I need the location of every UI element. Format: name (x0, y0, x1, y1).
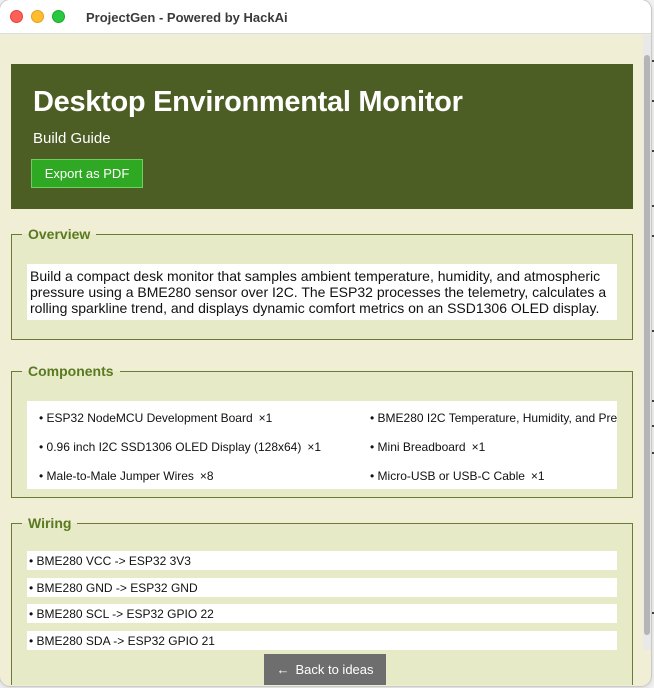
hero-banner: Desktop Environmental Monitor Build Guid… (11, 64, 633, 209)
list-item: • Mini Breadboard ×1 (370, 440, 486, 454)
list-item: • 0.96 inch I2C SSD1306 OLED Display (12… (39, 440, 322, 454)
list-item: • BME280 GND -> ESP32 GND (27, 578, 617, 597)
wiring-heading: Wiring (28, 515, 72, 531)
page-title: Desktop Environmental Monitor (33, 86, 463, 118)
close-window-button[interactable] (10, 10, 23, 23)
list-item: • BME280 I2C Temperature, Humidity, and … (370, 411, 617, 425)
list-item: • BME280 SDA -> ESP32 GPIO 21 (27, 631, 617, 650)
list-item: • Male-to-Male Jumper Wires ×8 (39, 469, 214, 483)
zoom-window-button[interactable] (52, 10, 65, 23)
list-item: • Micro-USB or USB-C Cable ×1 (370, 469, 545, 483)
list-item: • ESP32 NodeMCU Development Board ×1 (39, 411, 273, 425)
window-title: ProjectGen - Powered by HackAi (86, 10, 288, 25)
left-arrow-icon: ← (276, 662, 290, 677)
page-subtitle: Build Guide (33, 130, 111, 147)
title-bar: ProjectGen - Powered by HackAi (0, 0, 651, 34)
back-to-ideas-button[interactable]: ← Back to ideas (264, 654, 386, 685)
minimize-window-button[interactable] (31, 10, 44, 23)
list-item: • BME280 SCL -> ESP32 GPIO 22 (27, 604, 617, 623)
main-content: Desktop Environmental Monitor Build Guid… (0, 35, 643, 685)
scrollbar[interactable] (643, 35, 651, 650)
window-controls (10, 10, 65, 23)
components-heading: Components (28, 363, 114, 379)
scrollbar-thumb[interactable] (644, 55, 650, 635)
components-list: • ESP32 NodeMCU Development Board ×1 • BM… (27, 401, 617, 489)
overview-heading: Overview (28, 226, 91, 242)
list-item: • BME280 VCC -> ESP32 3V3 (27, 551, 617, 570)
back-button-label: Back to ideas (295, 662, 374, 677)
app-window: ProjectGen - Powered by HackAi Desktop E… (0, 0, 651, 686)
overview-section: Overview Build a compact desk monitor th… (11, 226, 633, 340)
overview-text: Build a compact desk monitor that sample… (27, 264, 617, 320)
export-pdf-button[interactable]: Export as PDF (31, 159, 143, 188)
components-section: Components • ESP32 NodeMCU Development B… (11, 363, 633, 498)
